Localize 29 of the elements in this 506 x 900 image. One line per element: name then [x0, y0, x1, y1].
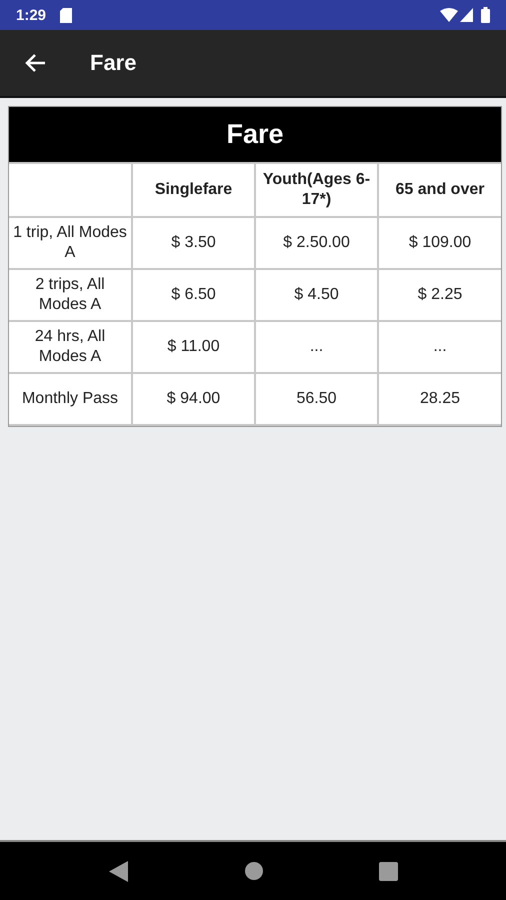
column-header: 65 and over	[378, 163, 501, 217]
table-cell: $ 6.50	[132, 269, 255, 321]
wifi-icon	[440, 8, 458, 22]
signal-icon	[460, 8, 473, 22]
table-cell: 56.50	[255, 373, 378, 425]
circle-home-icon	[244, 862, 262, 880]
table-cell: $ 2.50.00	[255, 217, 378, 269]
table-cell: $ 94.00	[132, 373, 255, 425]
table-cell: $ 4.50	[255, 269, 378, 321]
row-header: 2 trips, All Modes A	[9, 269, 132, 321]
home-nav-button[interactable]	[244, 862, 262, 880]
triangle-back-icon	[108, 860, 128, 882]
column-header: Singlefare	[132, 163, 255, 217]
screen-title: Fare	[90, 50, 136, 76]
row-header: Monthly Pass	[9, 373, 132, 425]
table-cell: $ 3.50	[132, 217, 255, 269]
recents-nav-button[interactable]	[378, 862, 398, 880]
table-cell: ...	[255, 321, 378, 373]
status-time: 1:29	[16, 6, 46, 24]
square-recents-icon	[378, 862, 398, 880]
column-header: Youth(Ages 6-17*)	[255, 163, 378, 217]
table-title: Fare	[9, 107, 501, 162]
table-cell: $ 11.00	[132, 321, 255, 373]
row-header: 24 hrs, All Modes A	[9, 321, 132, 373]
back-arrow-icon	[24, 53, 46, 73]
row-header: 1 trip, All Modes A	[9, 217, 132, 269]
sd-card-icon	[60, 8, 72, 22]
battery-icon	[481, 7, 490, 23]
back-nav-button[interactable]	[108, 860, 128, 882]
